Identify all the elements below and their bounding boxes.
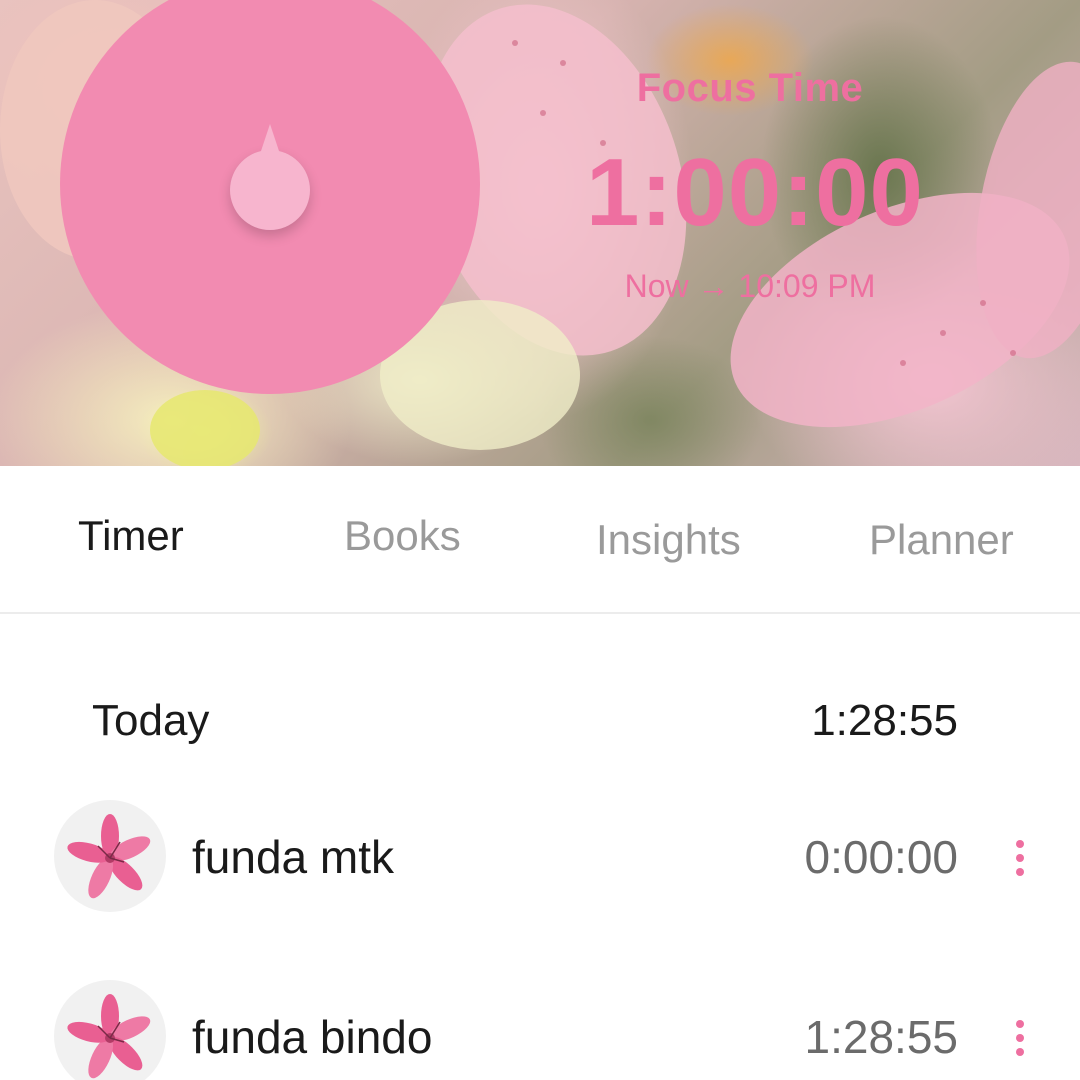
item-time: 0:00:00: [804, 831, 958, 883]
tab-insights[interactable]: Insights: [596, 516, 741, 564]
item-name: funda mtk: [192, 831, 394, 883]
timer-display: 1:00:00: [586, 139, 924, 246]
focus-mode-label[interactable]: Focus Time: [560, 66, 940, 111]
today-total-time: 1:28:55: [811, 696, 958, 745]
more-options-icon[interactable]: [1010, 838, 1030, 878]
lily-flower-icon: [54, 980, 166, 1080]
end-time-label: Now → 10:09 PM: [624, 268, 876, 304]
tab-planner[interactable]: Planner: [869, 516, 1014, 564]
item-name: funda bindo: [192, 1011, 433, 1063]
today-summary: Today 1:28:55: [0, 690, 1080, 760]
more-options-icon[interactable]: [1010, 1018, 1030, 1058]
list-item[interactable]: funda bindo 1:28:55: [0, 980, 1080, 1080]
tab-books[interactable]: Books: [344, 512, 461, 560]
today-label: Today: [92, 696, 210, 745]
lily-flower-icon: [54, 800, 166, 912]
item-time: 1:28:55: [804, 1011, 958, 1063]
hero-background: Focus Time 1:00:00 Now → 10:09 PM: [0, 0, 1080, 466]
dial-handle[interactable]: [230, 124, 310, 230]
tab-bar: Timer Books Insights Planner: [0, 466, 1080, 614]
list-item[interactable]: funda mtk 0:00:00: [0, 800, 1080, 920]
tab-timer[interactable]: Timer: [78, 512, 184, 560]
